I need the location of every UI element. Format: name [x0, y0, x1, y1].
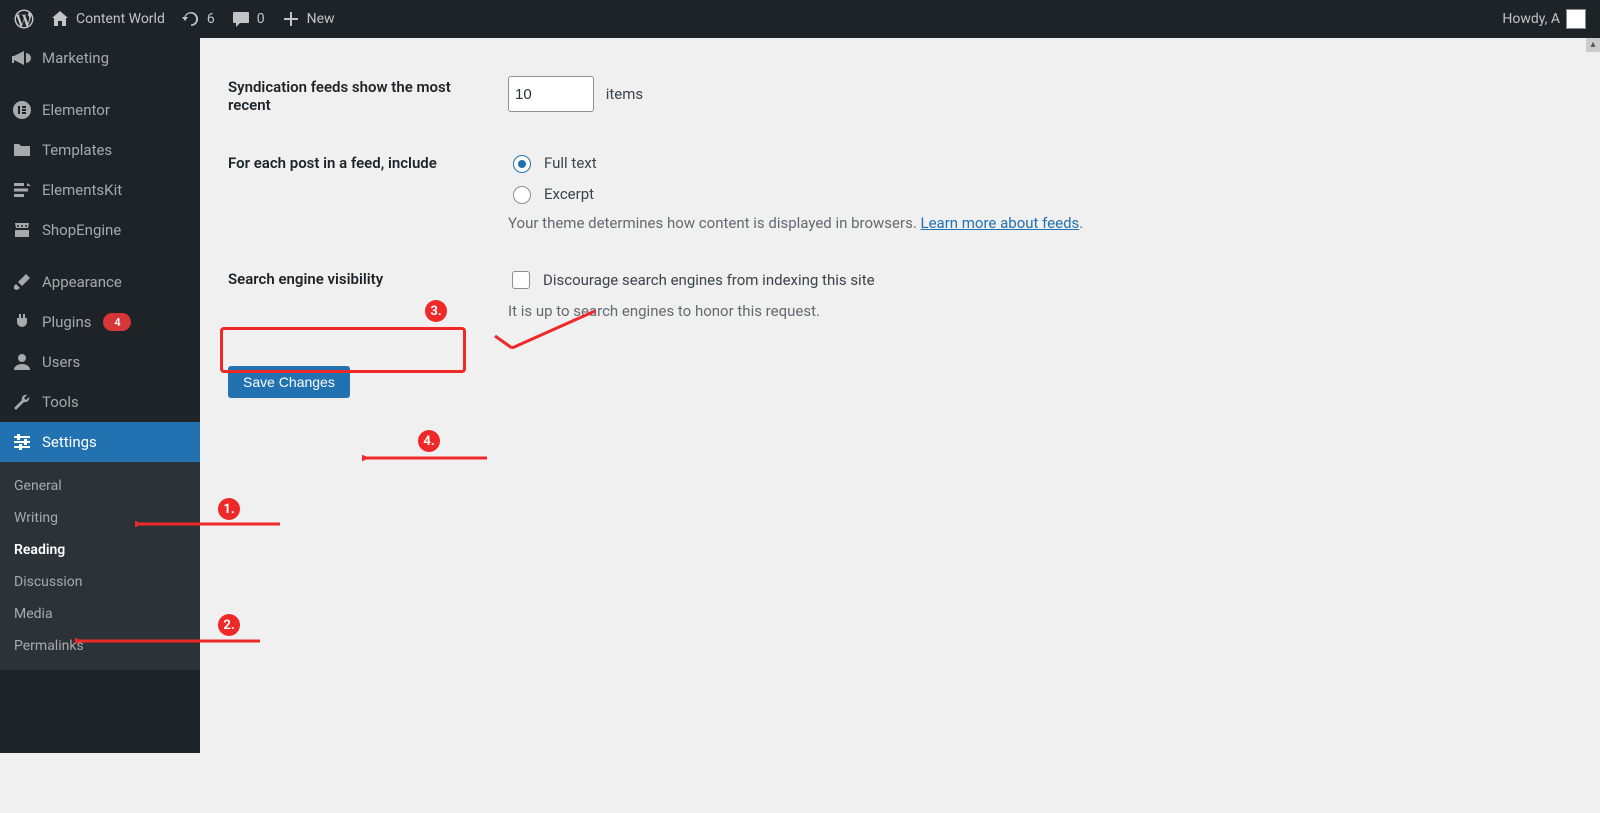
- syndication-count-input[interactable]: [508, 76, 594, 112]
- shop-icon: [12, 220, 32, 240]
- content-area: Syndication feeds show the most recent i…: [200, 38, 1554, 813]
- learn-more-feeds-link[interactable]: Learn more about feeds: [921, 214, 1080, 232]
- megaphone-icon: [12, 48, 32, 68]
- sliders-icon: [12, 432, 32, 452]
- avatar: [1566, 9, 1586, 29]
- submenu-permalinks[interactable]: Permalinks: [0, 630, 200, 662]
- search-visibility-note: It is up to search engines to honor this…: [508, 302, 1526, 320]
- plug-icon: [12, 312, 32, 332]
- elementor-icon: [12, 100, 32, 120]
- admin-bar: Content World 6 0 New Howdy, A: [0, 0, 1600, 38]
- discourage-indexing-label: Discourage search engines from indexing …: [543, 271, 875, 289]
- sidebar-item-shopengine[interactable]: ShopEngine: [0, 210, 200, 250]
- home-icon: [50, 9, 70, 29]
- sidebar-item-label: Templates: [42, 141, 112, 159]
- sidebar-item-label: Tools: [42, 393, 79, 411]
- settings-submenu: General Writing Reading Discussion Media…: [0, 462, 200, 670]
- new-content-link[interactable]: New: [273, 0, 343, 38]
- wrench-icon: [12, 392, 32, 412]
- sidebar-item-tools[interactable]: Tools: [0, 382, 200, 422]
- feed-excerpt-label: Excerpt: [544, 185, 594, 203]
- syndication-label: Syndication feeds show the most recent: [228, 78, 451, 114]
- sidebar-item-label: Plugins: [42, 313, 91, 331]
- save-changes-button[interactable]: Save Changes: [228, 366, 350, 398]
- howdy-text: Howdy, A: [1502, 11, 1560, 27]
- sidebar-item-users[interactable]: Users: [0, 342, 200, 382]
- discourage-indexing-checkbox[interactable]: [512, 271, 530, 289]
- sidebar-item-label: ShopEngine: [42, 221, 121, 239]
- feed-excerpt-radio[interactable]: [513, 186, 531, 204]
- admin-sidebar: Marketing Elementor Templates ElementsKi…: [0, 38, 200, 753]
- comments-count: 0: [257, 11, 265, 27]
- scrollbar[interactable]: ▴: [1586, 38, 1600, 753]
- updates-link[interactable]: 6: [173, 0, 223, 38]
- syndication-unit: items: [606, 85, 643, 103]
- update-icon: [181, 9, 201, 29]
- sidebar-item-label: Appearance: [42, 273, 122, 291]
- wp-logo[interactable]: [6, 0, 42, 38]
- new-label: New: [307, 11, 335, 27]
- feed-full-text-label: Full text: [544, 154, 597, 172]
- site-name: Content World: [76, 11, 165, 27]
- sidebar-item-elementor[interactable]: Elementor: [0, 90, 200, 130]
- account-link[interactable]: Howdy, A: [1494, 0, 1594, 38]
- site-home-link[interactable]: Content World: [42, 0, 173, 38]
- sidebar-item-label: ElementsKit: [42, 181, 122, 199]
- sidebar-item-label: Elementor: [42, 101, 110, 119]
- sidebar-item-appearance[interactable]: Appearance: [0, 262, 200, 302]
- feed-description: Your theme determines how content is dis…: [508, 214, 1526, 232]
- user-icon: [12, 352, 32, 372]
- sidebar-item-marketing[interactable]: Marketing: [0, 38, 200, 78]
- wordpress-icon: [14, 9, 34, 29]
- folder-icon: [12, 140, 32, 160]
- elementskit-icon: [12, 180, 32, 200]
- brush-icon: [12, 272, 32, 292]
- sidebar-item-plugins[interactable]: Plugins 4: [0, 302, 200, 342]
- scroll-up-icon: ▴: [1586, 38, 1600, 52]
- comments-link[interactable]: 0: [223, 0, 273, 38]
- submenu-media[interactable]: Media: [0, 598, 200, 630]
- comment-icon: [231, 9, 251, 29]
- submenu-discussion[interactable]: Discussion: [0, 566, 200, 598]
- sidebar-item-label: Users: [42, 353, 80, 371]
- sidebar-item-label: Marketing: [42, 49, 109, 67]
- plus-icon: [281, 9, 301, 29]
- feed-full-text-radio[interactable]: [513, 155, 531, 173]
- plugins-badge: 4: [103, 313, 131, 331]
- sidebar-item-settings[interactable]: Settings: [0, 422, 200, 462]
- sidebar-item-elementskit[interactable]: ElementsKit: [0, 170, 200, 210]
- feed-include-label: For each post in a feed, include: [228, 154, 437, 172]
- submenu-reading[interactable]: Reading: [0, 534, 200, 566]
- updates-count: 6: [207, 11, 215, 27]
- submenu-general[interactable]: General: [0, 470, 200, 502]
- sidebar-item-label: Settings: [42, 433, 97, 451]
- submenu-writing[interactable]: Writing: [0, 502, 200, 534]
- settings-form-table: Syndication feeds show the most recent i…: [228, 58, 1526, 338]
- sidebar-item-templates[interactable]: Templates: [0, 130, 200, 170]
- search-visibility-label: Search engine visibility: [228, 270, 383, 288]
